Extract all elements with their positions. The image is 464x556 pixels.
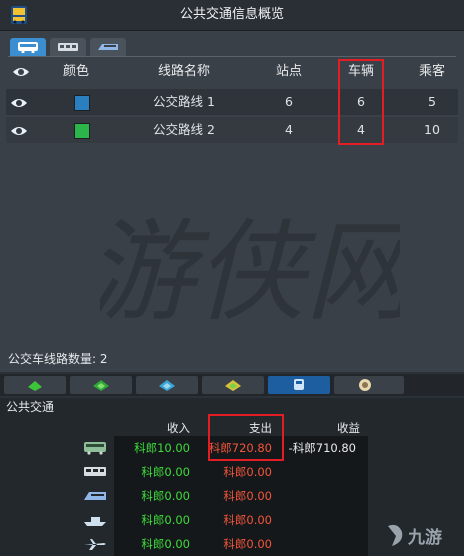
bus-icon <box>18 42 38 53</box>
income-value: 科郎10.00 <box>134 441 190 455</box>
passengers-count: 5 <box>428 94 436 109</box>
tab-tram[interactable] <box>50 38 86 56</box>
toolbar-transit-button[interactable] <box>268 376 330 394</box>
toolbar-services-button[interactable] <box>334 376 404 394</box>
window-title: 公共交通信息概览 <box>179 7 284 22</box>
toolbar-residential-button[interactable] <box>4 376 66 394</box>
income-value: 科郎0.00 <box>141 537 190 551</box>
plane-icon <box>84 536 106 555</box>
expense-value: 科郎0.00 <box>223 513 272 527</box>
line-name[interactable]: 公交路线 1 <box>136 89 232 115</box>
passengers-count: 10 <box>424 122 440 137</box>
stops-count: 4 <box>285 122 293 137</box>
income-value: 科郎0.00 <box>141 465 190 479</box>
income-value: 科郎0.00 <box>141 513 190 527</box>
train-icon <box>98 44 118 50</box>
line-count-label: 公交车线路数量: 2 <box>8 352 108 366</box>
watermark-text: 游侠网 <box>100 208 400 336</box>
tab-train[interactable] <box>90 38 126 56</box>
table-row: 科郎0.00 科郎0.00 <box>114 508 368 532</box>
bus-front-icon <box>294 379 304 390</box>
line-color-swatch[interactable] <box>74 123 90 139</box>
table-row: 科郎0.00 科郎0.00 <box>114 532 368 556</box>
line-color-swatch[interactable] <box>74 95 90 111</box>
vehicles-highlight-box <box>338 59 384 145</box>
income-value: 科郎0.00 <box>141 489 190 503</box>
toolbar-industrial-button[interactable] <box>202 376 264 394</box>
office-zone-icon <box>159 380 175 391</box>
site-logo: 九游 <box>384 522 460 550</box>
visibility-eye-icon[interactable] <box>10 123 28 142</box>
ship-icon <box>84 512 106 531</box>
header-passengers: 乘客 <box>418 64 445 79</box>
commercial-zone-icon <box>93 380 109 391</box>
tab-bus[interactable] <box>10 38 46 56</box>
toolbar-commercial-button[interactable] <box>70 376 132 394</box>
services-icon <box>359 379 371 391</box>
industrial-zone-icon <box>225 380 241 391</box>
visibility-eye-icon[interactable] <box>10 95 28 114</box>
train-icon <box>84 488 106 507</box>
bus-icon <box>84 440 106 459</box>
table-row[interactable]: 公交路线 1 6 6 5 <box>6 89 458 115</box>
tram-icon <box>84 464 106 483</box>
expense-value: 科郎0.00 <box>223 537 272 551</box>
expense-highlight-box <box>208 414 284 461</box>
profit-value: -科郎710.80 <box>288 441 356 455</box>
line-name[interactable]: 公交路线 2 <box>136 117 232 143</box>
table-row: 科郎0.00 科郎0.00 <box>114 484 368 508</box>
expense-value: 科郎0.00 <box>223 465 272 479</box>
watermark: 游侠网 <box>85 160 428 380</box>
table-row[interactable]: 公交路线 2 4 4 10 <box>6 117 458 143</box>
table-row: 科郎0.00 科郎0.00 <box>114 460 368 484</box>
header-profit: 收益 <box>337 421 360 435</box>
header-stops: 站点 <box>275 64 302 79</box>
visibility-header-eye-icon <box>12 64 30 83</box>
header-income: 收入 <box>167 421 190 435</box>
expense-value: 科郎0.00 <box>223 489 272 503</box>
tab-divider <box>8 56 456 57</box>
header-color: 颜色 <box>62 64 89 79</box>
header-line-name: 线路名称 <box>157 64 210 79</box>
stops-count: 6 <box>285 94 293 109</box>
tram-icon <box>58 43 78 51</box>
toolbar-office-button[interactable] <box>136 376 198 394</box>
logo-text: 九游 <box>407 527 442 548</box>
residential-zone-icon <box>28 381 42 391</box>
finance-panel-title: 公共交通 <box>6 400 55 414</box>
